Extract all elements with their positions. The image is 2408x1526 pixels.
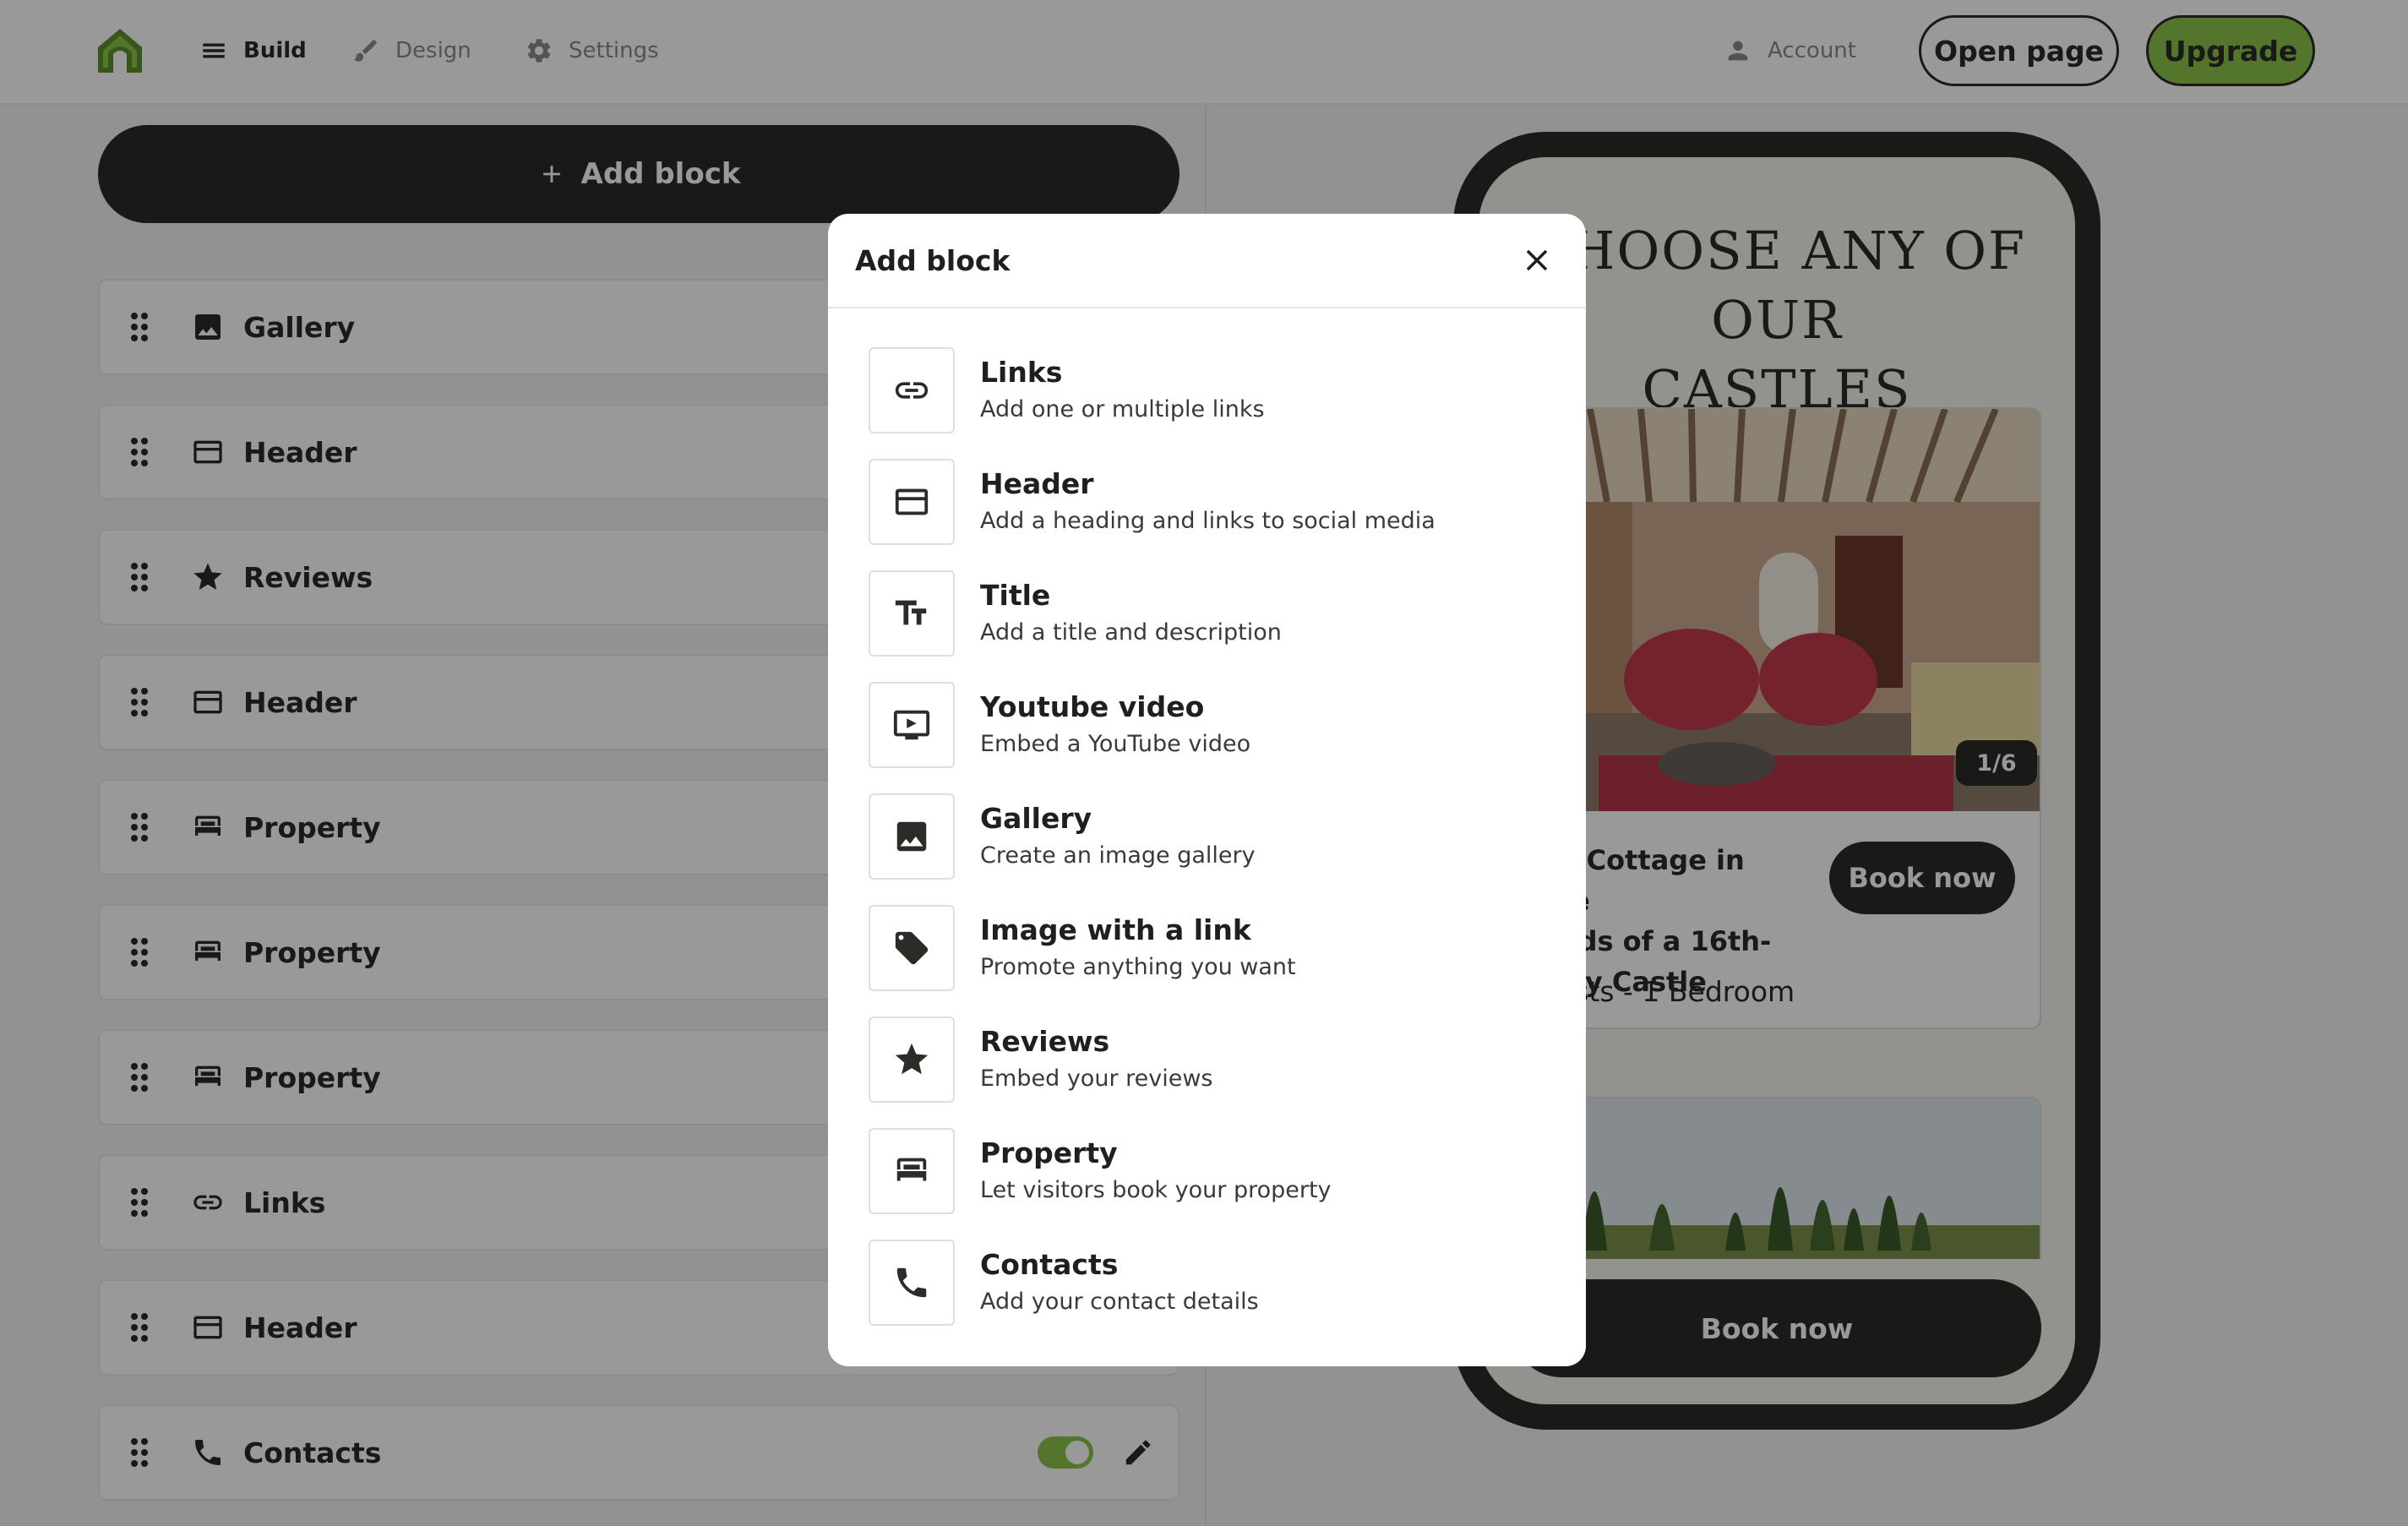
option-icon-box: [869, 1240, 955, 1326]
option-icon-box: [869, 793, 955, 880]
option-icon-box: [869, 682, 955, 768]
option-header[interactable]: Header Add a heading and links to social…: [869, 459, 1544, 547]
option-description: Embed a YouTube video: [980, 731, 1251, 757]
option-youtube-video[interactable]: Youtube video Embed a YouTube video: [869, 682, 1544, 770]
link-icon: [892, 371, 931, 410]
option-icon-box: [869, 570, 955, 657]
header-icon: [892, 482, 931, 521]
option-title[interactable]: Title Add a title and description: [869, 570, 1544, 658]
text-size-icon: [892, 594, 931, 633]
option-description: Add a title and description: [980, 619, 1282, 646]
option-name: Links: [980, 356, 1063, 389]
option-icon-box: [869, 905, 955, 991]
option-description: Promote anything you want: [980, 954, 1296, 980]
star-icon: [892, 1040, 931, 1079]
option-icon-box: [869, 459, 955, 545]
option-name: Header: [980, 467, 1094, 500]
option-name: Property: [980, 1136, 1118, 1169]
option-name: Gallery: [980, 802, 1092, 835]
option-name: Image with a link: [980, 913, 1251, 946]
option-icon-box: [869, 1128, 955, 1214]
option-gallery[interactable]: Gallery Create an image gallery: [869, 793, 1544, 881]
option-property[interactable]: Property Let visitors book your property: [869, 1128, 1544, 1216]
modal-title: Add block: [855, 244, 1011, 277]
option-links[interactable]: Links Add one or multiple links: [869, 347, 1544, 435]
option-description: Add a heading and links to social media: [980, 508, 1436, 534]
option-description: Embed your reviews: [980, 1065, 1213, 1092]
close-icon[interactable]: [1519, 243, 1555, 278]
option-name: Youtube video: [980, 690, 1205, 723]
option-description: Create an image gallery: [980, 842, 1256, 869]
option-description: Let visitors book your property: [980, 1177, 1332, 1203]
option-reviews[interactable]: Reviews Embed your reviews: [869, 1016, 1544, 1104]
option-description: Add one or multiple links: [980, 396, 1265, 422]
add-block-modal: Add block Links Add one or multiple link…: [828, 214, 1586, 1366]
option-icon-box: [869, 347, 955, 433]
option-name: Contacts: [980, 1248, 1119, 1281]
option-name: Reviews: [980, 1025, 1110, 1058]
option-name: Title: [980, 579, 1051, 612]
tag-icon: [892, 929, 931, 967]
option-image-with-link[interactable]: Image with a link Promote anything you w…: [869, 905, 1544, 993]
bed-icon: [892, 1152, 931, 1191]
modal-header: Add block: [828, 214, 1586, 308]
phone-icon: [892, 1263, 931, 1302]
option-icon-box: [869, 1016, 955, 1103]
video-icon: [892, 706, 931, 744]
option-description: Add your contact details: [980, 1289, 1259, 1315]
image-icon: [892, 817, 931, 856]
option-contacts[interactable]: Contacts Add your contact details: [869, 1240, 1544, 1327]
